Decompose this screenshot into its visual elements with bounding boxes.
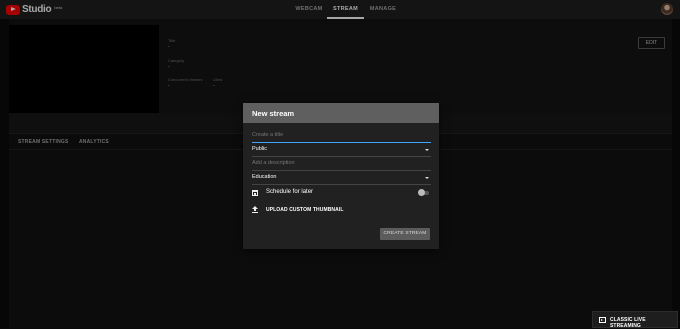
chevron-down-icon xyxy=(425,149,429,151)
classic-label: CLASSIC LIVE STREAMING xyxy=(610,317,646,329)
description-placeholder: Add a description xyxy=(252,160,295,166)
classic-live-streaming-button[interactable]: CLASSIC LIVE STREAMING xyxy=(592,311,678,329)
calendar-icon xyxy=(252,190,258,196)
toggle-thumb xyxy=(418,189,425,196)
title-placeholder: Create a title xyxy=(252,132,284,138)
schedule-label: Schedule for later xyxy=(266,189,314,195)
category-value: Education xyxy=(252,174,277,180)
category-underline xyxy=(252,184,431,185)
create-stream-button[interactable]: CREATE STREAM xyxy=(380,228,430,240)
dialog-title: New stream xyxy=(252,109,295,118)
exit-icon xyxy=(599,317,606,323)
description-input[interactable]: Add a description xyxy=(252,158,431,171)
chevron-down-icon xyxy=(425,177,429,179)
visibility-select[interactable]: Public xyxy=(252,144,431,157)
category-select[interactable]: Education xyxy=(252,172,431,185)
upload-icon xyxy=(252,206,258,213)
dialog-header: New stream xyxy=(243,103,439,123)
visibility-value: Public xyxy=(252,146,267,152)
title-input[interactable]: Create a title xyxy=(252,130,431,143)
visibility-underline xyxy=(252,156,431,157)
description-underline xyxy=(252,170,431,171)
upload-thumbnail-button[interactable]: UPLOAD CUSTOM THUMBNAIL xyxy=(266,207,343,213)
title-underline xyxy=(252,142,431,143)
schedule-toggle[interactable] xyxy=(418,189,430,196)
